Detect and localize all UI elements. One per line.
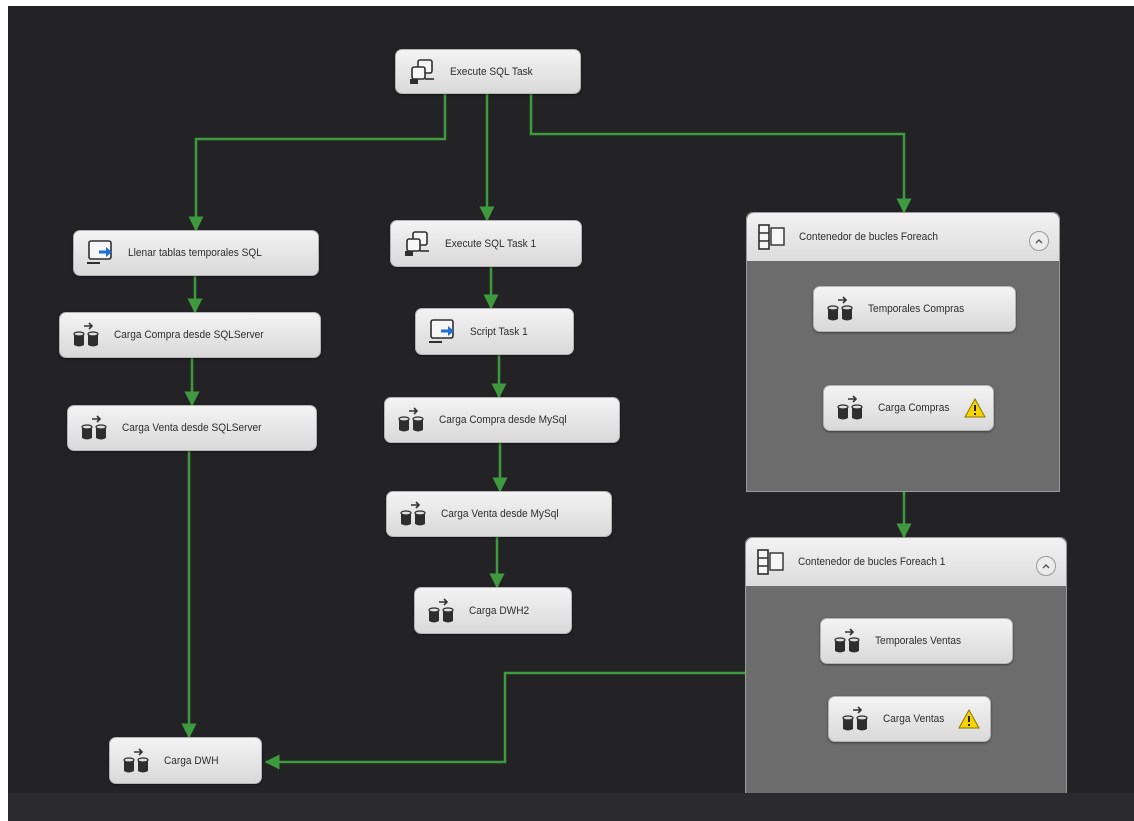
task-label: Execute SQL Task — [450, 65, 533, 78]
task-carga-venta-mysql[interactable]: Carga Venta desde MySql — [386, 491, 612, 537]
execute-sql-icon — [401, 229, 435, 259]
task-temporales-compras[interactable]: Temporales Compras — [813, 286, 1016, 332]
task-label: Carga Venta desde MySql — [441, 508, 559, 520]
data-flow-icon — [397, 499, 431, 529]
container-label: Contenedor de bucles Foreach — [799, 231, 938, 243]
task-execute-sql[interactable]: Execute SQL Task — [395, 49, 581, 94]
task-label: Carga Compras — [878, 402, 950, 414]
task-script-1[interactable]: Script Task 1 — [415, 308, 574, 355]
task-label: Script Task 1 — [470, 325, 528, 338]
task-carga-venta-sqlserver[interactable]: Carga Venta desde SQLServer — [67, 405, 317, 451]
data-flow-icon — [839, 704, 873, 734]
foreach-loop-container-1[interactable]: Contenedor de bucles Foreach 1 — [745, 537, 1067, 793]
chevron-up-icon — [1040, 560, 1052, 572]
task-execute-sql-1[interactable]: Execute SQL Task 1 — [390, 220, 582, 267]
data-flow-icon — [70, 320, 104, 350]
task-label: Carga Compra desde SQLServer — [114, 329, 264, 341]
script-task-icon — [84, 238, 118, 268]
foreach-loop-header[interactable]: Contenedor de bucles Foreach — [747, 213, 1059, 261]
foreach-loop-header[interactable]: Contenedor de bucles Foreach 1 — [746, 538, 1066, 586]
data-flow-icon — [78, 413, 112, 443]
warning-icon[interactable] — [964, 398, 986, 418]
status-bar — [8, 793, 1134, 821]
execute-sql-icon — [406, 57, 440, 87]
task-label: Carga Venta desde SQLServer — [122, 422, 262, 434]
data-flow-icon — [395, 405, 429, 435]
task-label: Temporales Ventas — [875, 635, 962, 647]
constraint-exec-to-llenar — [188, 94, 447, 232]
task-label: Carga Compra desde MySql — [439, 414, 567, 426]
task-label: Temporales Compras — [868, 303, 965, 315]
data-flow-icon — [831, 626, 865, 656]
collapse-button[interactable] — [1036, 556, 1056, 576]
foreach-loop-icon — [754, 547, 788, 577]
foreach-loop-icon — [755, 222, 789, 252]
script-task-icon — [426, 317, 460, 347]
task-carga-dwh[interactable]: Carga DWH — [109, 737, 262, 784]
constraint-exec-to-foreach — [529, 94, 912, 214]
data-flow-icon — [824, 294, 858, 324]
constraint-foreach1-to-dwh — [264, 671, 745, 770]
task-carga-compras[interactable]: Carga Compras — [823, 385, 994, 431]
data-flow-icon — [834, 393, 868, 423]
container-label: Contenedor de bucles Foreach 1 — [798, 556, 946, 568]
task-label: Llenar tablas temporales SQL — [128, 247, 262, 259]
task-label: Carga Ventas — [883, 713, 945, 725]
task-carga-dwh2[interactable]: Carga DWH2 — [414, 587, 572, 634]
warning-icon[interactable] — [958, 709, 980, 729]
task-temporales-ventas[interactable]: Temporales Ventas — [820, 618, 1013, 664]
task-carga-ventas[interactable]: Carga Ventas — [828, 696, 991, 742]
task-label: Carga DWH — [164, 754, 219, 767]
data-flow-icon — [425, 596, 459, 626]
chevron-up-icon — [1033, 235, 1045, 247]
task-carga-compra-mysql[interactable]: Carga Compra desde MySql — [384, 397, 620, 443]
design-canvas[interactable]: Contenedor de bucles Foreach Contenedor … — [8, 6, 1134, 793]
task-label: Carga DWH2 — [469, 604, 530, 617]
collapse-button[interactable] — [1029, 231, 1049, 251]
data-flow-icon — [120, 746, 154, 776]
foreach-loop-container[interactable]: Contenedor de bucles Foreach — [746, 212, 1060, 492]
task-llenar-tablas[interactable]: Llenar tablas temporales SQL — [73, 230, 319, 276]
task-label: Execute SQL Task 1 — [445, 237, 537, 250]
task-carga-compra-sqlserver[interactable]: Carga Compra desde SQLServer — [59, 312, 321, 358]
